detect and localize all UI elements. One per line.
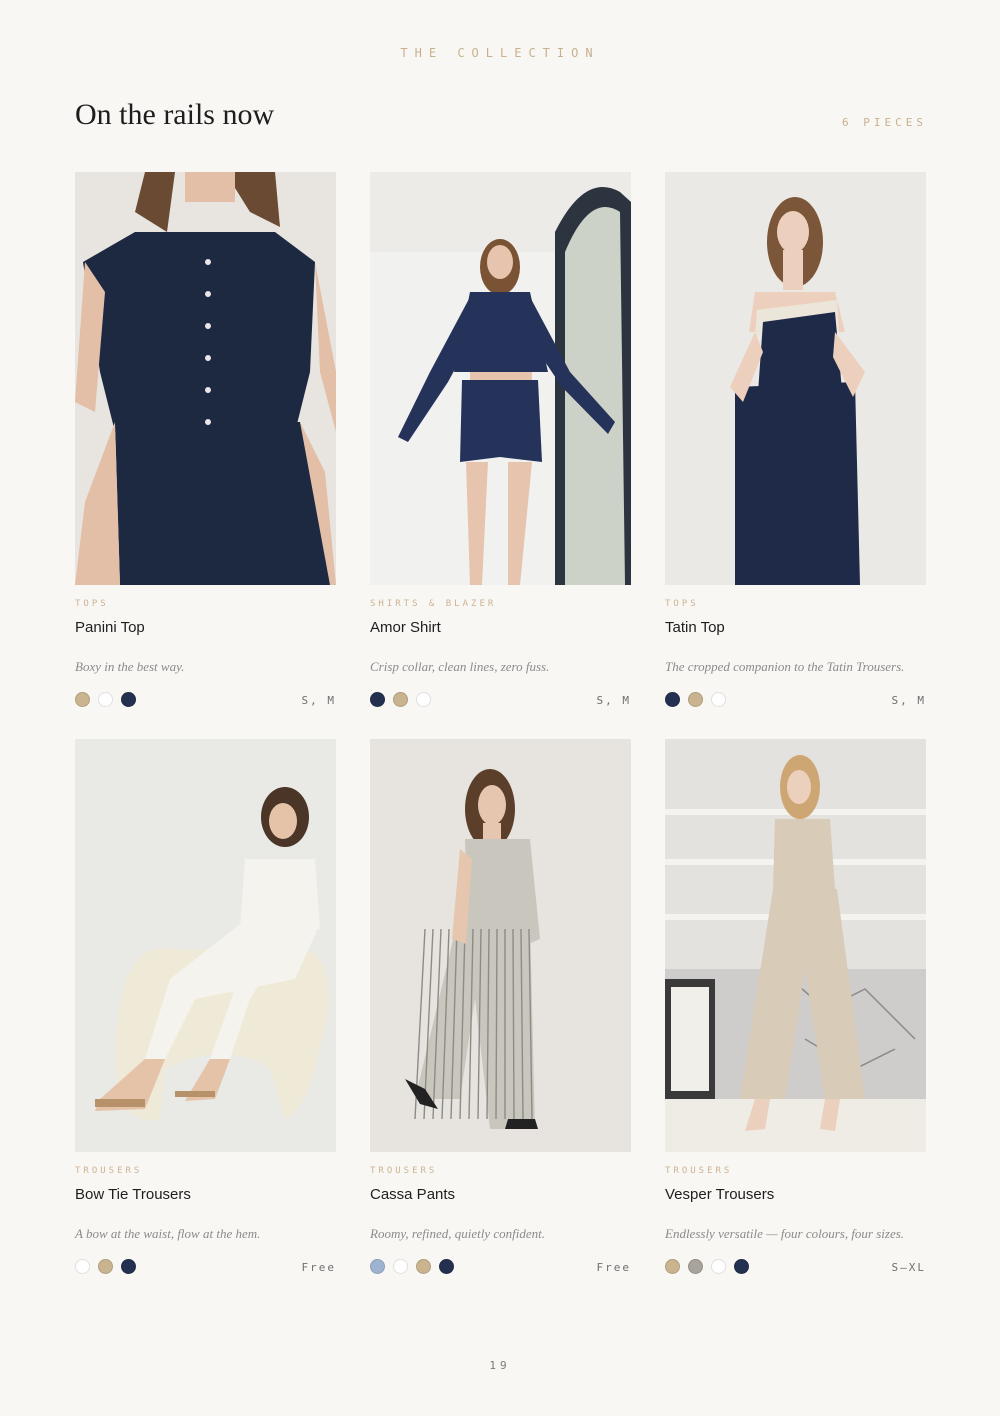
color-swatches — [370, 1258, 454, 1274]
eyebrow-label: THE COLLECTION — [400, 46, 600, 60]
product-meta: S, M — [75, 691, 336, 707]
size-range: Free — [301, 1261, 336, 1274]
size-range: S–XL — [891, 1261, 926, 1274]
size-range: S, M — [596, 694, 631, 707]
color-swatch[interactable] — [98, 1258, 113, 1274]
color-swatch[interactable] — [439, 1258, 454, 1274]
size-range: Free — [596, 1261, 631, 1274]
product-meta: Free — [370, 1258, 631, 1274]
product-photo[interactable] — [665, 739, 926, 1152]
color-swatch[interactable] — [75, 1258, 90, 1274]
size-range: S, M — [301, 694, 336, 707]
product-description: A bow at the waist, flow at the hem. — [75, 1226, 261, 1241]
product-photo[interactable] — [370, 172, 631, 585]
color-swatch[interactable] — [98, 691, 113, 707]
product-description: Endlessly versatile — four colours, four… — [665, 1226, 905, 1241]
color-swatch[interactable] — [416, 691, 431, 707]
product-description: Crisp collar, clean lines, zero fuss. — [370, 659, 550, 674]
product-name[interactable]: Amor Shirt — [370, 619, 631, 639]
size-range: S, M — [891, 694, 926, 707]
color-swatch[interactable] — [734, 1258, 749, 1274]
color-swatch[interactable] — [688, 1258, 703, 1274]
product-description: Roomy, refined, quietly confident. — [370, 1226, 545, 1241]
page-number: 19 — [489, 1359, 511, 1372]
product-description: Boxy in the best way. — [75, 659, 185, 674]
color-swatch[interactable] — [121, 1258, 136, 1274]
product-card[interactable]: SHIRTS & BLAZER Amor Shirt Crisp collar, c… — [370, 172, 631, 714]
color-swatch[interactable] — [665, 691, 680, 707]
color-swatches — [665, 1258, 749, 1274]
product-meta: S, M — [370, 691, 631, 707]
color-swatches — [75, 1258, 136, 1274]
page-title: On the rails now — [75, 98, 275, 131]
product-photo[interactable] — [665, 172, 926, 585]
color-swatch[interactable] — [711, 691, 726, 707]
color-swatches — [370, 691, 431, 707]
product-meta: S–XL — [665, 1258, 926, 1274]
product-name[interactable]: Tatin Top — [665, 619, 926, 639]
product-category: TOPS — [665, 599, 699, 609]
product-category: TROUSERS — [665, 1166, 733, 1176]
color-swatch[interactable] — [393, 691, 408, 707]
color-swatch[interactable] — [665, 1258, 680, 1274]
color-swatch[interactable] — [711, 1258, 726, 1274]
product-category: TOPS — [75, 599, 109, 609]
product-name[interactable]: Panini Top — [75, 619, 336, 639]
product-meta: Free — [75, 1258, 336, 1274]
product-card[interactable]: TOPS Tatin Top The cropped companion to th… — [665, 172, 926, 714]
color-swatch[interactable] — [370, 1258, 385, 1274]
product-category: TROUSERS — [75, 1166, 143, 1176]
product-description: The cropped companion to the Tatin Trous… — [665, 659, 905, 674]
product-grid: TOPS Panini Top Boxy in the best way. S, MS… — [75, 172, 926, 1281]
color-swatches — [665, 691, 726, 707]
product-photo[interactable] — [370, 739, 631, 1152]
color-swatches — [75, 691, 136, 707]
color-swatch[interactable] — [121, 691, 136, 707]
product-category: SHIRTS & BLAZER — [370, 599, 497, 609]
product-category: TROUSERS — [370, 1166, 438, 1176]
color-swatch[interactable] — [370, 691, 385, 707]
product-name[interactable]: Bow Tie Trousers — [75, 1186, 336, 1206]
product-photo[interactable] — [75, 172, 336, 585]
product-card[interactable]: TROUSERS Cassa Pants Roomy, refined, quiet… — [370, 739, 631, 1281]
product-card[interactable]: TROUSERS Bow Tie Trousers A bow at the wai… — [75, 739, 336, 1281]
color-swatch[interactable] — [416, 1258, 431, 1274]
product-name[interactable]: Vesper Trousers — [665, 1186, 926, 1206]
color-swatch[interactable] — [75, 691, 90, 707]
product-meta: S, M — [665, 691, 926, 707]
piece-count: 6 PIECES — [842, 116, 927, 129]
product-card[interactable]: TOPS Panini Top Boxy in the best way. S, M — [75, 172, 336, 714]
product-photo[interactable] — [75, 739, 336, 1152]
color-swatch[interactable] — [393, 1258, 408, 1274]
color-swatch[interactable] — [688, 691, 703, 707]
product-card[interactable]: TROUSERS Vesper Trousers Endlessly versati… — [665, 739, 926, 1281]
product-name[interactable]: Cassa Pants — [370, 1186, 631, 1206]
